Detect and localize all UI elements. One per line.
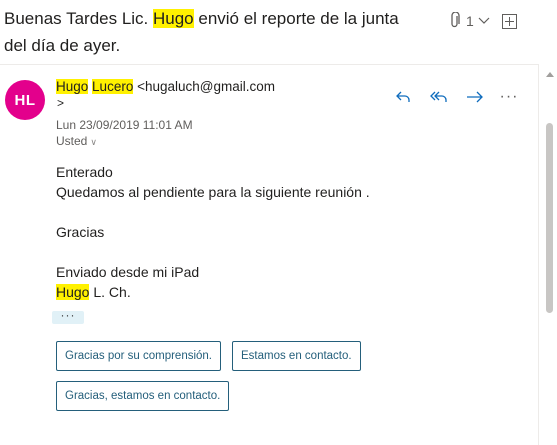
sender-email: <hugaluch@gmail.com — [137, 79, 275, 94]
body-line: Enviado desde mi iPad — [56, 264, 200, 280]
forward-arrow-icon — [467, 91, 483, 103]
message-date: Lun 23/09/2019 11:01 AM — [56, 118, 193, 132]
reply-all-icon — [430, 91, 447, 102]
scroll-up-icon[interactable] — [546, 72, 554, 77]
signature-highlight: Hugo — [56, 284, 90, 300]
quick-reply-button[interactable]: Estamos en contacto. — [232, 341, 361, 371]
sender[interactable]: Hugo Lucero <hugaluch@gmail.com — [56, 78, 275, 96]
recipient[interactable]: Usted ∨ — [56, 134, 97, 148]
scrollbar-thumb[interactable] — [546, 123, 553, 313]
open-in-new-window-icon[interactable] — [501, 13, 517, 29]
reply-button[interactable] — [392, 86, 414, 108]
quick-reply-button[interactable]: Gracias por su comprensión. — [56, 341, 222, 371]
recipient-label: Usted — [56, 134, 88, 148]
subject-actions: 1 — [448, 12, 517, 30]
subject-prefix: Buenas Tardes Lic. — [4, 9, 153, 28]
paperclip-icon[interactable] — [448, 12, 462, 30]
forward-button[interactable] — [464, 86, 486, 108]
sender-email-end: > — [57, 96, 65, 110]
quick-reply-button[interactable]: Gracias, estamos en contacto. — [56, 381, 230, 411]
more-options-button[interactable]: ··· — [498, 86, 520, 108]
more-horizontal-icon: ··· — [499, 88, 519, 105]
signature: Hugo L. Ch. — [56, 282, 370, 302]
chevron-down-icon: ∨ — [90, 137, 97, 147]
body-line: Enterado — [56, 164, 113, 180]
sender-last-name: Lucero — [92, 79, 134, 94]
message-actions: ··· — [392, 86, 534, 108]
sender-first-name: Hugo — [56, 79, 89, 94]
reply-all-button[interactable] — [428, 86, 450, 108]
chevron-down-icon[interactable] — [478, 17, 490, 25]
body-line: Gracias — [56, 224, 105, 240]
message-body: Enterado Quedamos al pendiente para la s… — [56, 162, 370, 302]
attachment-count[interactable]: 1 — [466, 13, 474, 29]
reply-icon — [396, 91, 410, 102]
signature-rest: L. Ch. — [89, 284, 131, 300]
avatar: HL — [5, 80, 45, 120]
body-line: Quedamos al pendiente para la siguiente … — [56, 184, 370, 200]
email-subject: Buenas Tardes Lic. Hugo envió el reporte… — [4, 5, 424, 59]
show-quoted-text-button[interactable]: ··· — [52, 309, 84, 324]
subject-highlight: Hugo — [153, 9, 194, 28]
